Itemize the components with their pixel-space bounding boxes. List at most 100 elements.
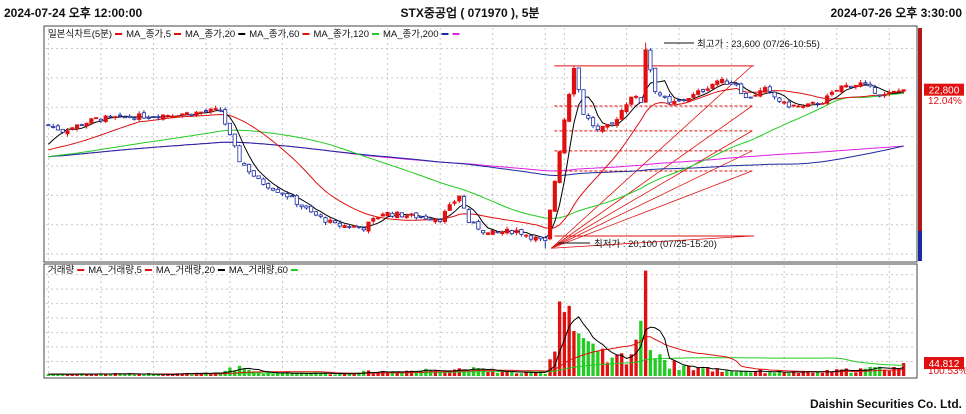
candle-body	[347, 226, 352, 228]
volume-bar	[701, 368, 705, 376]
candle-body	[724, 80, 729, 85]
candle-body	[805, 103, 811, 107]
volume-bar	[605, 362, 610, 376]
candle-body	[89, 118, 94, 124]
candle-body	[586, 115, 591, 119]
candle-body	[734, 83, 739, 86]
legend-label: 거래량	[48, 264, 74, 276]
candle-body	[395, 211, 400, 219]
candle-body	[490, 230, 495, 235]
candle-body	[476, 221, 481, 230]
candle-body	[414, 212, 419, 219]
volume-bar	[543, 373, 547, 376]
candle-body	[748, 96, 753, 99]
volume-bar	[534, 372, 538, 376]
candle-body	[891, 90, 897, 93]
price-strip	[918, 28, 922, 231]
volume-bar	[830, 372, 834, 376]
candle-body	[418, 216, 424, 218]
candle-body	[777, 97, 782, 102]
high-label: 최고가 : 23,600 (07/26-10:55)	[697, 39, 820, 50]
volume-bar	[572, 331, 576, 376]
legend-label: 일본식차트(5분)	[48, 28, 112, 40]
candle-body	[533, 236, 538, 241]
candle-body	[132, 117, 137, 120]
volume-bar	[333, 374, 337, 376]
candle-body	[538, 236, 543, 240]
candle-body	[117, 114, 123, 117]
candle-body	[113, 116, 118, 119]
volume-bar	[562, 312, 567, 376]
volume-bar	[634, 339, 638, 376]
candle-body	[275, 188, 280, 193]
candle-body	[648, 49, 653, 71]
candle-body	[844, 84, 849, 88]
volume-bar	[758, 369, 762, 376]
candle-body	[700, 89, 706, 92]
candle-body	[672, 100, 677, 104]
candle-body	[160, 114, 166, 120]
candle-body	[304, 205, 309, 209]
price-legend: 일본식차트(5분) MA_종가,5 MA_종가,20 MA_종가,60 MA_종가,12…	[48, 28, 460, 40]
volume-bar	[610, 357, 614, 376]
volume-bar	[658, 354, 662, 376]
candle-body	[882, 94, 887, 97]
candle-body	[323, 217, 328, 223]
volume-bar	[256, 371, 261, 376]
legend-label: MA_거래량,60	[229, 264, 288, 276]
candle-body	[567, 93, 572, 122]
candle-body	[270, 187, 276, 191]
volume-bar	[548, 359, 552, 376]
price-panel[interactable]	[43, 25, 918, 263]
legend-swatch	[290, 269, 298, 271]
candle-body	[619, 109, 624, 120]
header-start-time: 2024-07-24 오후 12:00:00	[4, 5, 142, 20]
volume-bar	[667, 368, 672, 376]
candle-body	[175, 115, 180, 118]
volume-bar	[151, 374, 156, 376]
candle-body	[629, 96, 634, 105]
current-change-label: 12.04%	[928, 96, 962, 107]
candle-body	[681, 99, 686, 102]
candle-body	[485, 232, 491, 235]
candle-body	[390, 212, 395, 217]
candle-body	[552, 180, 557, 212]
volume-panel[interactable]	[43, 263, 918, 379]
candle-body	[815, 102, 820, 105]
candle-body	[399, 212, 405, 218]
candle-body	[242, 162, 247, 166]
candle-body	[829, 91, 835, 95]
candle-body	[237, 145, 242, 163]
candle-body	[796, 105, 801, 108]
volume-bar	[123, 374, 127, 376]
candle-body	[547, 209, 553, 240]
candle-body	[868, 83, 873, 87]
volume-bar	[577, 333, 581, 376]
candle-body	[55, 125, 61, 131]
candle-body	[141, 112, 147, 119]
volume-bar	[615, 354, 619, 376]
candle-body	[170, 115, 175, 118]
legend-label: MA_거래량,5	[88, 264, 142, 276]
candle-body	[438, 219, 443, 222]
candle-body	[289, 195, 295, 198]
volume-bar	[672, 360, 676, 376]
candle-body	[810, 101, 815, 104]
candle-body	[686, 98, 691, 102]
volume-bar	[734, 371, 739, 376]
candle-body	[256, 175, 261, 180]
candle-body	[74, 124, 80, 129]
volume-bar	[567, 305, 571, 376]
volume-bar	[108, 374, 113, 376]
candle-body	[313, 211, 319, 216]
candle-body	[180, 113, 185, 116]
volume-bar	[686, 365, 691, 376]
candle-body	[610, 122, 615, 125]
legend-label: MA_거래량,20	[156, 264, 215, 276]
volume-bar	[663, 359, 667, 376]
candle-body	[332, 220, 338, 224]
candle-body	[280, 192, 285, 195]
volume-bar	[237, 365, 242, 376]
candle-body	[309, 205, 314, 213]
volume-bar	[772, 372, 777, 376]
